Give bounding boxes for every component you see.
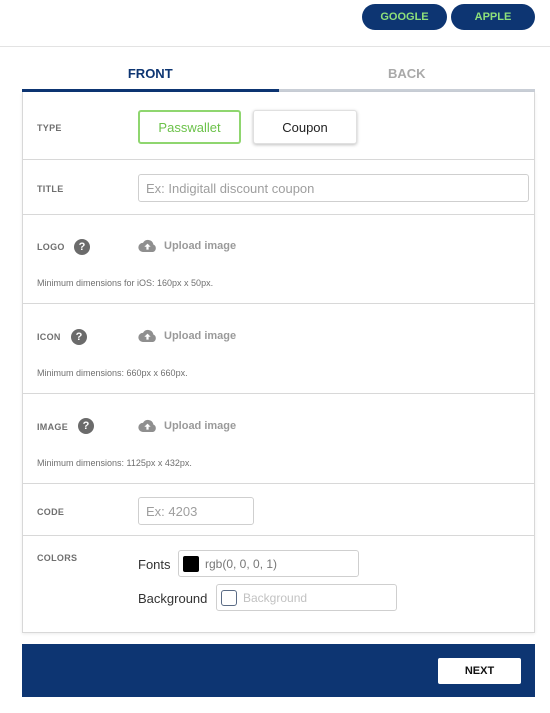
icon-help-icon[interactable]: ? bbox=[71, 329, 87, 345]
code-input[interactable] bbox=[138, 497, 254, 525]
background-label: Background bbox=[138, 591, 208, 606]
image-hint: Minimum dimensions: 1125px x 432px. bbox=[37, 458, 192, 468]
image-upload-label: Upload image bbox=[164, 420, 237, 432]
title-row: TITLE bbox=[23, 160, 534, 215]
fonts-color-value: rgb(0, 0, 0, 1) bbox=[205, 556, 278, 571]
cloud-upload-icon bbox=[138, 239, 156, 252]
passwallet-button[interactable]: Passwallet bbox=[138, 110, 241, 144]
colors-label: COLORS bbox=[37, 553, 78, 563]
tab-front[interactable]: FRONT bbox=[22, 58, 279, 92]
background-color-swatch[interactable] bbox=[221, 589, 237, 606]
store-buttons: GOOGLE APPLE bbox=[362, 4, 535, 30]
icon-upload[interactable]: Upload image bbox=[138, 329, 236, 343]
logo-row: LOGO ? Upload image Minimum dimensions f… bbox=[23, 215, 534, 304]
icon-upload-label: Upload image bbox=[164, 330, 237, 342]
header-divider bbox=[0, 46, 550, 47]
fonts-color-swatch[interactable] bbox=[183, 555, 199, 572]
title-input[interactable] bbox=[138, 174, 529, 202]
icon-row: ICON ? Upload image Minimum dimensions: … bbox=[23, 304, 534, 394]
coupon-button[interactable]: Coupon bbox=[253, 110, 357, 144]
cloud-upload-icon bbox=[138, 419, 156, 432]
logo-hint: Minimum dimensions for iOS: 160px x 50px… bbox=[37, 278, 214, 288]
logo-label: LOGO bbox=[37, 242, 65, 252]
background-color-field[interactable]: Background bbox=[216, 584, 397, 611]
logo-help-icon[interactable]: ? bbox=[74, 239, 90, 255]
tab-bar: FRONT BACK bbox=[22, 58, 535, 92]
fonts-label: Fonts bbox=[138, 557, 171, 572]
tab-back[interactable]: BACK bbox=[278, 58, 535, 92]
logo-upload-label: Upload image bbox=[164, 240, 237, 252]
background-color-placeholder: Background bbox=[243, 590, 308, 605]
icon-label: ICON bbox=[37, 332, 61, 342]
logo-upload[interactable]: Upload image bbox=[138, 239, 236, 253]
fonts-color-field[interactable]: rgb(0, 0, 0, 1) bbox=[178, 550, 359, 577]
form-card: TYPE Passwallet Coupon TITLE LOGO ? Uplo… bbox=[22, 92, 535, 633]
image-help-icon[interactable]: ? bbox=[78, 418, 94, 434]
image-label: IMAGE bbox=[37, 422, 69, 432]
cloud-upload-icon bbox=[138, 329, 156, 342]
type-label: TYPE bbox=[37, 123, 62, 133]
icon-hint: Minimum dimensions: 660px x 660px. bbox=[37, 368, 188, 378]
footer-bar: NEXT bbox=[22, 644, 535, 697]
title-label: TITLE bbox=[37, 184, 64, 194]
colors-row: COLORS Fonts rgb(0, 0, 0, 1) Background … bbox=[23, 536, 534, 632]
code-label: CODE bbox=[37, 507, 65, 517]
type-row: TYPE Passwallet Coupon bbox=[23, 92, 534, 160]
next-button[interactable]: NEXT bbox=[438, 658, 521, 684]
code-row: CODE bbox=[23, 484, 534, 536]
image-row: IMAGE ? Upload image Minimum dimensions:… bbox=[23, 394, 534, 484]
apple-button[interactable]: APPLE bbox=[451, 4, 535, 30]
google-button[interactable]: GOOGLE bbox=[362, 4, 447, 30]
image-upload[interactable]: Upload image bbox=[138, 419, 236, 433]
